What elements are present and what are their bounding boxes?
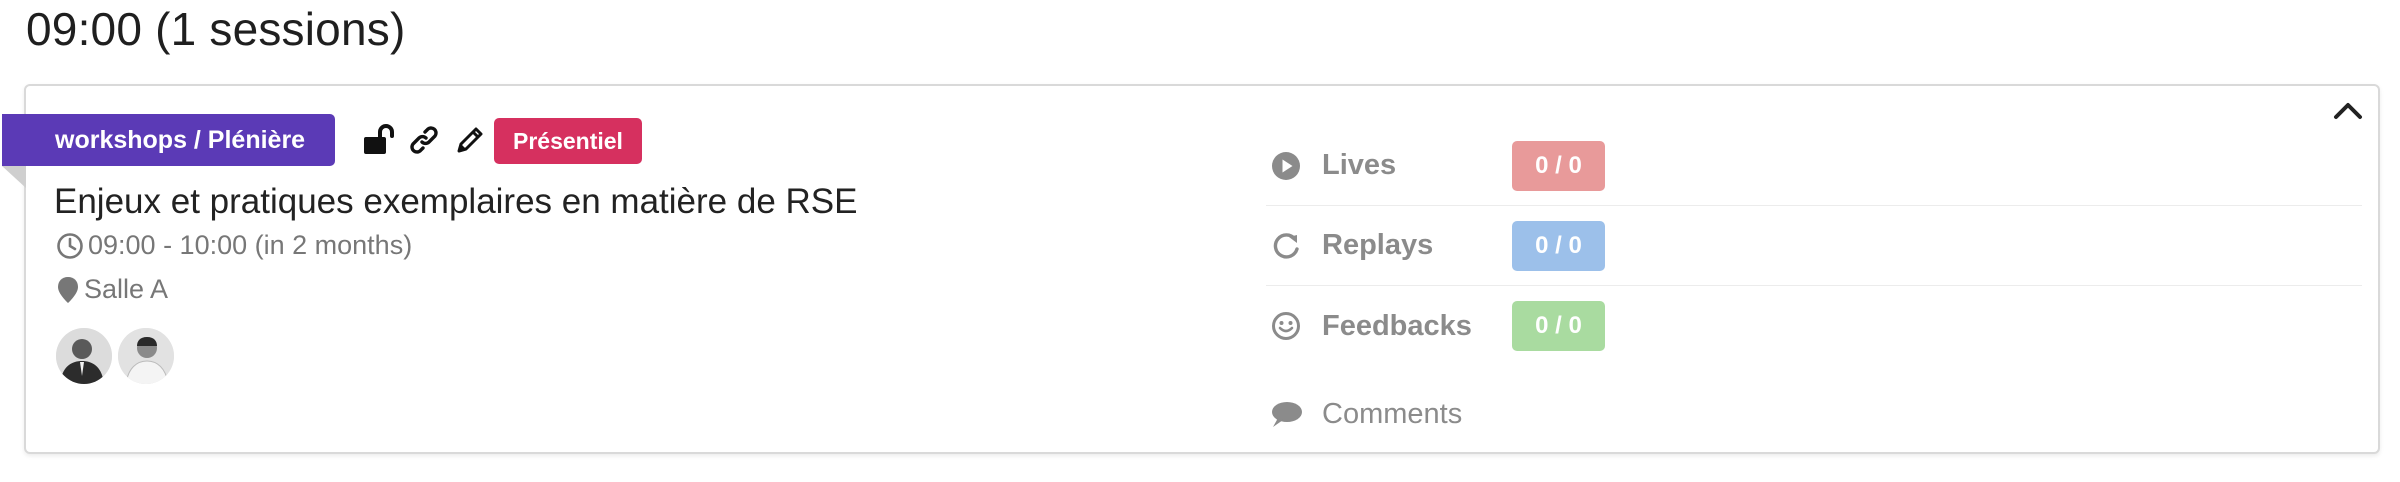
map-marker-icon — [58, 276, 78, 303]
session-tools — [360, 118, 488, 162]
stat-label-feedbacks: Feedbacks — [1322, 309, 1472, 342]
clock-icon — [57, 232, 83, 259]
session-group-title: 09:00 (1 sessions) — [26, 3, 406, 55]
smile-icon — [1272, 312, 1300, 340]
play-circle-icon — [1272, 151, 1300, 180]
stat-comments[interactable]: Comments — [1266, 392, 1512, 436]
speaker-photo — [118, 328, 174, 384]
edit-button[interactable] — [452, 122, 488, 158]
lock-open-icon — [364, 124, 394, 154]
feedbacks-count: 0 / 0 — [1535, 312, 1582, 339]
link-icon — [410, 126, 438, 154]
session-time: 09:00 - 10:00 (in 2 months) — [56, 230, 412, 261]
pencil-icon — [457, 127, 483, 153]
replays-count: 0 / 0 — [1535, 231, 1582, 259]
track-label: workshops / Plénière — [55, 125, 306, 154]
lives-count-badge[interactable]: 0 / 0 — [1512, 140, 1605, 191]
ribbon-fold — [2, 166, 26, 188]
lives-count: 0 / 0 — [1535, 151, 1582, 179]
stat-label-lives: Lives — [1322, 149, 1397, 181]
stat-label-comments: Comments — [1322, 397, 1463, 430]
copy-link-button[interactable] — [406, 122, 442, 158]
session-card: workshops / Plénière Présentiel Enjeux e… — [2, 84, 2380, 454]
stat-label-replays: Replays — [1322, 229, 1434, 261]
chevron-up-icon — [2334, 103, 2362, 119]
track-ribbon[interactable]: workshops / Plénière — [2, 114, 336, 166]
unlock-button[interactable] — [360, 122, 396, 158]
session-title[interactable]: Enjeux et pratiques exemplaires en matiè… — [54, 182, 857, 222]
collapse-button[interactable] — [2328, 94, 2368, 126]
speaker-photo — [56, 328, 112, 384]
stat-feedbacks: Feedbacks 0 / 0 — [1266, 286, 2362, 366]
session-time-text: 09:00 - 10:00 (in 2 months) — [88, 230, 413, 260]
session-room: Salle A — [56, 274, 168, 305]
session-room-text: Salle A — [84, 274, 169, 304]
speaker-avatar[interactable] — [118, 328, 174, 384]
comment-icon — [1272, 402, 1302, 427]
speaker-avatar[interactable] — [56, 328, 112, 384]
redo-icon — [1273, 232, 1299, 259]
format-badge: Présentiel — [494, 118, 642, 164]
session-stats: Lives 0 / 0 Replays 0 / 0 Feedbacks 0 / … — [1266, 126, 2362, 366]
format-badge-label: Présentiel — [513, 127, 623, 154]
feedbacks-count-badge[interactable]: 0 / 0 — [1512, 301, 1605, 351]
stat-replays: Replays 0 / 0 — [1266, 206, 2362, 286]
replays-count-badge[interactable]: 0 / 0 — [1512, 220, 1605, 271]
stat-lives: Lives 0 / 0 — [1266, 126, 2362, 206]
speaker-list — [56, 328, 174, 384]
